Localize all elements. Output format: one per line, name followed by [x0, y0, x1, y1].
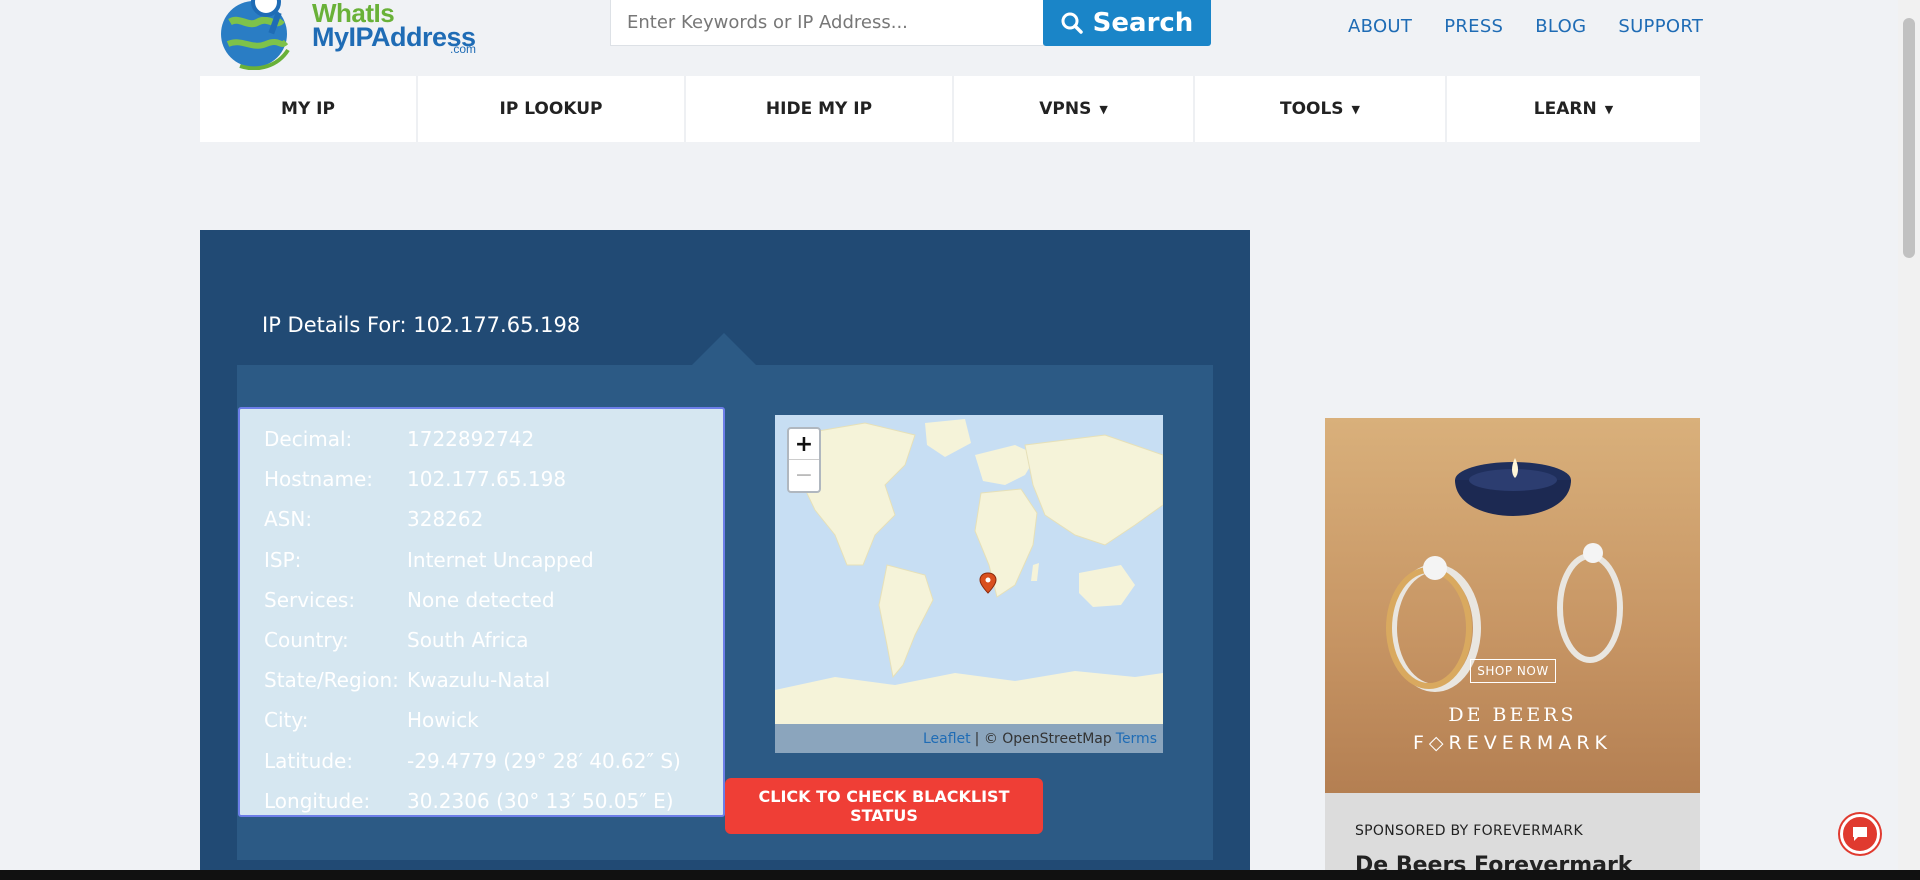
caret-down-icon: ▼	[1351, 102, 1361, 116]
scrollbar-thumb[interactable]	[1903, 18, 1915, 258]
ad-sponsored-label: SPONSORED BY FOREVERMARK	[1355, 823, 1583, 839]
detail-row-latitude: Latitude: -29.4779 (29° 28′ 40.62″ S)	[264, 741, 723, 781]
panel-inner: Decimal: 1722892742 Hostname: 102.177.65.1…	[237, 365, 1213, 860]
detail-row-state-region: State/Region: Kwazulu-Natal	[264, 660, 723, 700]
search-button-label: Search	[1092, 8, 1194, 38]
detail-row-longitude: Longitude: 30.2306 (30° 13′ 50.05″ E)	[264, 781, 723, 821]
detail-row-decimal: Decimal: 1722892742	[264, 419, 723, 459]
detail-label: City:	[264, 708, 309, 733]
shop-now-button[interactable]: SHOP NOW	[1470, 659, 1556, 683]
world-map	[775, 415, 1163, 753]
page-scrollbar[interactable]	[1898, 0, 1920, 880]
detail-label: Hostname:	[264, 467, 373, 492]
nav-item-ip-lookup[interactable]: IP LOOKUP	[418, 76, 686, 142]
press-link[interactable]: PRESS	[1444, 16, 1503, 37]
ad-brand-line1: DE BEERS	[1448, 704, 1577, 726]
map-attribution: Leaflet | © OpenStreetMap Terms	[775, 724, 1163, 753]
nav-item-label: MY IP	[281, 99, 335, 119]
ip-details-panel: IP Details For: 102.177.65.198 Decimal: 1…	[200, 230, 1250, 880]
search-box	[610, 0, 1044, 46]
detail-value: 102.177.65.198	[407, 467, 567, 492]
detail-label: Longitude:	[264, 788, 371, 813]
search-button[interactable]: Search	[1043, 0, 1211, 46]
terms-link[interactable]: Terms	[1116, 731, 1157, 747]
detail-row-isp: ISP: Internet Uncapped	[264, 540, 723, 580]
support-link[interactable]: SUPPORT	[1618, 16, 1703, 37]
bottom-bar	[0, 870, 1920, 880]
blog-link[interactable]: BLOG	[1535, 16, 1586, 37]
caret-down-icon: ▼	[1099, 102, 1108, 116]
detail-value: Kwazulu-Natal	[407, 668, 551, 693]
ad-footer: SPONSORED BY FOREVERMARK De Beers Foreve…	[1325, 793, 1700, 880]
detail-row-city: City: Howick	[264, 700, 723, 740]
search-input[interactable]	[611, 0, 1043, 45]
panel-notch	[692, 333, 756, 365]
detail-row-services: Services: None detected	[264, 580, 723, 620]
nav-item-my-ip[interactable]: MY IP	[200, 76, 418, 142]
detail-label: Country:	[264, 628, 349, 653]
nav-item-label: VPNS	[1039, 99, 1092, 119]
detail-value: 328262	[407, 507, 484, 532]
search-icon	[1061, 12, 1083, 34]
detail-row-asn: ASN: 328262	[264, 499, 723, 539]
detail-label: ISP:	[264, 547, 302, 572]
detail-label: Latitude:	[264, 748, 354, 773]
detail-value: 30.2306 (30° 13′ 50.05″ E)	[407, 788, 674, 813]
map-zoom-control: + −	[787, 427, 821, 493]
detail-row-country: Country: South Africa	[264, 620, 723, 660]
nav-item-vpns[interactable]: VPNS ▼	[954, 76, 1195, 142]
detail-value: Internet Uncapped	[407, 547, 594, 572]
panel-title: IP Details For: 102.177.65.198	[262, 313, 581, 337]
detail-value: -29.4779 (29° 28′ 40.62″ S)	[407, 748, 681, 773]
detail-label: Services:	[264, 587, 356, 612]
top-links: ABOUT PRESS BLOG SUPPORT	[1348, 16, 1703, 37]
sponsored-ad[interactable]: SHOP NOW DE BEERS F◇REVERMARK SPONSORED …	[1325, 418, 1700, 880]
zoom-in-button[interactable]: +	[789, 429, 819, 460]
site-logo[interactable]: WhatIs MyIPAddress .com	[218, 0, 488, 70]
location-map[interactable]: + − Leaflet | © OpenStreetMap Terms	[775, 415, 1163, 753]
about-link[interactable]: ABOUT	[1348, 16, 1412, 37]
ad-image[interactable]: SHOP NOW DE BEERS F◇REVERMARK	[1325, 418, 1700, 793]
chat-widget-button[interactable]	[1840, 814, 1880, 854]
main-nav: MY IP IP LOOKUP HIDE MY IP VPNS ▼ TOOLS …	[200, 76, 1700, 142]
check-blacklist-button[interactable]: CLICK TO CHECK BLACKLIST STATUS	[725, 778, 1043, 834]
detail-row-hostname: Hostname: 102.177.65.198	[264, 459, 723, 499]
chat-bubble-icon	[1853, 827, 1867, 841]
detail-value: South Africa	[407, 628, 529, 653]
leaflet-link[interactable]: Leaflet	[923, 731, 971, 747]
nav-item-label: IP LOOKUP	[499, 99, 603, 119]
ad-brand-line2: F◇REVERMARK	[1412, 732, 1612, 754]
detail-label: State/Region:	[264, 668, 399, 693]
detail-value: Howick	[407, 708, 479, 733]
logo-text-com: .com	[450, 42, 477, 56]
caret-down-icon: ▼	[1604, 102, 1614, 116]
detail-value: 1722892742	[407, 427, 535, 452]
nav-item-tools[interactable]: TOOLS ▼	[1195, 76, 1447, 142]
nav-item-label: HIDE MY IP	[765, 99, 873, 119]
nav-item-label: LEARN	[1533, 99, 1597, 119]
zoom-out-button[interactable]: −	[789, 460, 819, 491]
detail-label: ASN:	[264, 507, 313, 532]
detail-label: Decimal:	[264, 427, 353, 452]
globe-icon	[221, 0, 290, 70]
nav-item-label: TOOLS	[1279, 99, 1344, 119]
nav-item-hide-my-ip[interactable]: HIDE MY IP	[686, 76, 954, 142]
detail-value: None detected	[407, 587, 555, 612]
ip-details-list: Decimal: 1722892742 Hostname: 102.177.65.1…	[238, 407, 725, 817]
osm-attribution: | © OpenStreetMap	[974, 730, 1112, 747]
nav-item-learn[interactable]: LEARN ▼	[1447, 76, 1700, 142]
